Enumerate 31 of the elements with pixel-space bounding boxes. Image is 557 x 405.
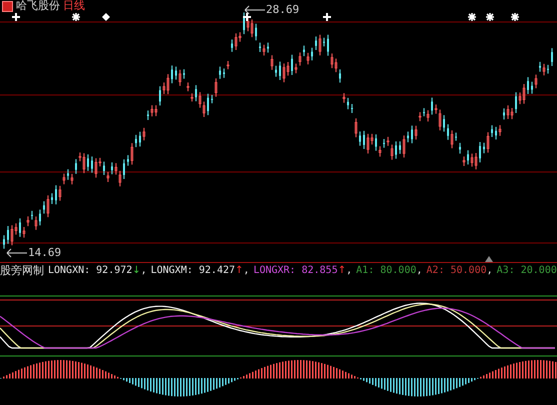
indicator-name: 股旁网制 [0, 263, 44, 278]
cross-icon [12, 13, 20, 21]
asterisk-icon [486, 13, 494, 21]
indicator-value: A2: 50.000 [426, 265, 487, 276]
cross-icon [243, 13, 251, 21]
leader-arrow-icon [6, 248, 28, 258]
stock-name: 哈飞股份 [16, 0, 60, 12]
indicator-value: LONGXM: 92.427 [150, 265, 236, 276]
separator: , [243, 265, 250, 276]
leader-arrow-icon [244, 4, 266, 14]
price-label: 14.69 [28, 246, 62, 259]
indicator-value: A3: 20.000 [496, 265, 557, 276]
asterisk-icon [72, 13, 80, 21]
asterisk-icon [468, 13, 476, 21]
trend-arrow: ↓ [132, 265, 141, 276]
separator: , [486, 265, 493, 276]
trend-arrow: ↑ [235, 265, 244, 276]
triangle-icon [485, 256, 493, 262]
separator: , [346, 265, 352, 276]
cross-icon [323, 13, 331, 21]
separator: , [140, 265, 147, 276]
indicator-value: LONGXN: 92.972 [48, 265, 132, 276]
indicator-value: LONGXR: 82.855 [253, 265, 338, 276]
logo-icon [2, 0, 13, 12]
diamond-icon [102, 13, 110, 21]
trend-arrow: ↑ [338, 265, 346, 276]
asterisk-icon [511, 13, 519, 21]
period-label: 日线 [63, 0, 85, 12]
indicator-value: A1: 80.000 [356, 265, 416, 276]
price-label: 28.69 [266, 3, 300, 16]
separator: , [416, 265, 422, 276]
